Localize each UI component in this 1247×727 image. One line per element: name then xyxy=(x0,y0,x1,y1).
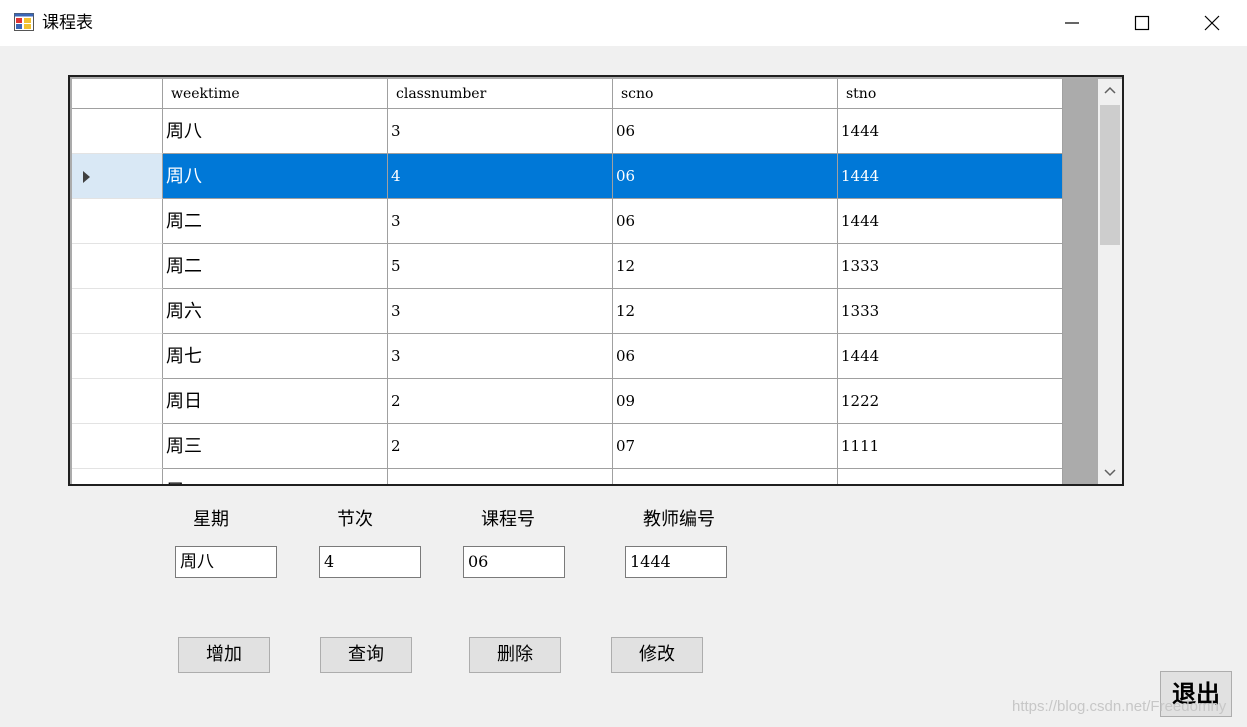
minimize-icon xyxy=(1065,22,1079,24)
table-row[interactable]: 周日 2 09 1222 xyxy=(72,379,1063,424)
scroll-thumb[interactable] xyxy=(1100,105,1120,245)
column-header-weektime[interactable]: weektime xyxy=(163,79,388,109)
query-button[interactable]: 查询 xyxy=(320,637,412,673)
cell-classnumber[interactable]: 3 xyxy=(388,109,613,154)
cell-stno[interactable]: 1444 xyxy=(838,334,1063,379)
cell-stno[interactable]: 1333 xyxy=(838,289,1063,334)
cell-classnumber[interactable]: 5 xyxy=(388,244,613,289)
cell-scno[interactable]: 06 xyxy=(613,199,838,244)
cell-stno[interactable]: 1222 xyxy=(838,379,1063,424)
cell-weektime[interactable]: 周二 xyxy=(163,469,388,484)
cell-weektime[interactable]: 周八 xyxy=(163,154,388,199)
table-row[interactable]: 周二 3 06 1444 xyxy=(72,199,1063,244)
course-no-input[interactable]: 06 xyxy=(463,546,565,578)
maximize-button[interactable] xyxy=(1107,0,1177,46)
cell-weektime[interactable]: 周二 xyxy=(163,199,388,244)
cell-weektime[interactable]: 周六 xyxy=(163,289,388,334)
modify-button[interactable]: 修改 xyxy=(611,637,703,673)
cell-classnumber[interactable]: 3 xyxy=(388,289,613,334)
row-header[interactable] xyxy=(72,379,163,424)
grid-header-row: weektime classnumber scno stno xyxy=(72,79,1063,109)
cell-weektime[interactable]: 周二 xyxy=(163,244,388,289)
column-header-scno[interactable]: scno xyxy=(613,79,838,109)
grid-body: weektime classnumber scno stno 周八 3 06 1… xyxy=(72,79,1064,484)
cell-classnumber[interactable]: 4 xyxy=(388,154,613,199)
watermark: https://blog.csdn.net/Freedomhy xyxy=(1012,698,1227,715)
table-row[interactable]: 周八 3 06 1444 xyxy=(72,109,1063,154)
cell-classnumber[interactable]: 2 xyxy=(388,379,613,424)
column-header-stno[interactable]: stno xyxy=(838,79,1063,109)
table-row[interactable]: 周二 5 12 1333 xyxy=(72,244,1063,289)
row-header[interactable] xyxy=(72,199,163,244)
chevron-up-icon xyxy=(1104,86,1116,94)
chevron-down-icon xyxy=(1104,469,1116,477)
app-form-icon xyxy=(14,13,34,31)
row-header[interactable] xyxy=(72,289,163,334)
cell-stno[interactable]: 1111 xyxy=(838,424,1063,469)
row-header[interactable] xyxy=(72,469,163,484)
row-header[interactable] xyxy=(72,109,163,154)
table-row[interactable]: 周六 3 12 1333 xyxy=(72,289,1063,334)
teacher-no-input[interactable]: 1444 xyxy=(625,546,727,578)
cell-scno[interactable]: 06 xyxy=(613,109,838,154)
cell-stno[interactable]: 1444 xyxy=(838,199,1063,244)
table-row-selected[interactable]: 周八 4 06 1444 xyxy=(72,154,1063,199)
cell-scno[interactable]: 09 xyxy=(613,379,838,424)
weekday-input[interactable]: 周八 xyxy=(175,546,277,578)
course-no-label: 课程号 xyxy=(481,509,535,530)
delete-button[interactable]: 删除 xyxy=(469,637,561,673)
cell-stno[interactable]: 1444 xyxy=(838,109,1063,154)
row-header[interactable] xyxy=(72,154,163,199)
window-title: 课程表 xyxy=(42,13,93,33)
period-input[interactable]: 4 xyxy=(319,546,421,578)
cell-scno[interactable]: 12 xyxy=(613,289,838,334)
cell-classnumber[interactable]: 3 xyxy=(388,334,613,379)
cell-stno[interactable] xyxy=(838,469,1063,484)
cell-weektime[interactable]: 周三 xyxy=(163,424,388,469)
scroll-up-button[interactable] xyxy=(1098,79,1122,101)
period-label: 节次 xyxy=(337,509,373,530)
table-row[interactable]: 周二 xyxy=(72,469,1063,484)
cell-scno[interactable]: 06 xyxy=(613,154,838,199)
scroll-down-button[interactable] xyxy=(1098,462,1122,484)
table-row[interactable]: 周三 2 07 1111 xyxy=(72,424,1063,469)
teacher-no-label: 教师编号 xyxy=(643,509,715,530)
row-header[interactable] xyxy=(72,244,163,289)
close-button[interactable] xyxy=(1177,0,1247,46)
title-bar: 课程表 xyxy=(0,0,1247,46)
cell-classnumber[interactable]: 3 xyxy=(388,199,613,244)
cell-stno[interactable]: 1444 xyxy=(838,154,1063,199)
row-header[interactable] xyxy=(72,334,163,379)
weekday-label: 星期 xyxy=(193,509,229,530)
cell-weektime[interactable]: 周七 xyxy=(163,334,388,379)
grid-corner-header[interactable] xyxy=(72,79,163,109)
add-button[interactable]: 增加 xyxy=(178,637,270,673)
cell-weektime[interactable]: 周日 xyxy=(163,379,388,424)
cell-weektime[interactable]: 周八 xyxy=(163,109,388,154)
close-icon xyxy=(1204,15,1220,31)
cell-scno[interactable] xyxy=(613,469,838,484)
cell-scno[interactable]: 07 xyxy=(613,424,838,469)
current-row-arrow-icon xyxy=(83,171,90,183)
vertical-scrollbar[interactable] xyxy=(1098,79,1122,484)
table-row[interactable]: 周七 3 06 1444 xyxy=(72,334,1063,379)
cell-classnumber[interactable] xyxy=(388,469,613,484)
maximize-icon xyxy=(1134,15,1150,31)
cell-scno[interactable]: 12 xyxy=(613,244,838,289)
cell-scno[interactable]: 06 xyxy=(613,334,838,379)
course-data-grid[interactable]: weektime classnumber scno stno 周八 3 06 1… xyxy=(68,75,1124,486)
cell-classnumber[interactable]: 2 xyxy=(388,424,613,469)
cell-stno[interactable]: 1333 xyxy=(838,244,1063,289)
row-header[interactable] xyxy=(72,424,163,469)
column-header-classnumber[interactable]: classnumber xyxy=(388,79,613,109)
minimize-button[interactable] xyxy=(1037,0,1107,46)
